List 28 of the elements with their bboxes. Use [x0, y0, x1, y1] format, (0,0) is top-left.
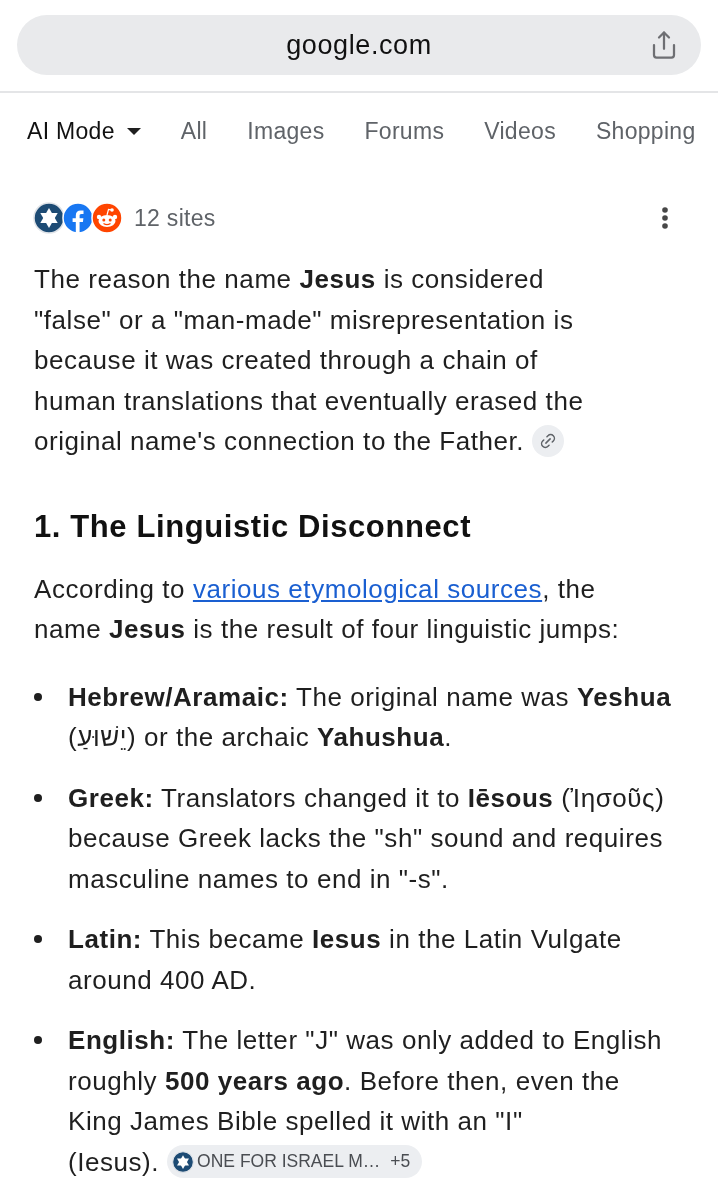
link-chip[interactable]: [532, 425, 565, 458]
answer-paragraph: According to various etymological sources, the name Jesus is the result of four linguistic jumps:: [34, 572, 621, 646]
search-tab[interactable]: Shopping: [595, 111, 696, 151]
search-tab[interactable]: All: [180, 111, 208, 151]
search-tab[interactable]: Forums: [364, 111, 445, 151]
bullet-icon: [34, 793, 42, 802]
bullet-icon: [34, 1036, 42, 1044]
more-options-button[interactable]: [662, 207, 668, 229]
search-tab[interactable]: Videos: [484, 111, 556, 151]
search-tab[interactable]: AI Mode: [27, 111, 141, 151]
citation-chip[interactable]: ONE FOR ISRAEL M… +5: [167, 1145, 423, 1179]
bullet-icon: [34, 692, 42, 701]
star-of-david-icon: [172, 1150, 195, 1173]
answer-paragraph: The reason the name Jesus is considered "false" or a "man-made" misrepresentation is because it was created through a chain of human translations that eventually erased the original name's connection to the Father.: [34, 263, 585, 460]
search-tab[interactable]: Images: [247, 111, 325, 151]
bullet-text: Latin: This became Iesus in the Latin Vulgate around 400 AD.: [68, 923, 623, 997]
star-of-david-icon: [33, 202, 65, 234]
bullet-icon: [34, 935, 42, 943]
bullet-text: Greek: Translators changed it to Iēsous (Ἰησοῦς) because Greek lacks the "sh" sound and requires masculine names to end in "-s".: [68, 781, 666, 896]
reddit-icon: [91, 202, 123, 234]
section-heading: 1. The Linguistic Disconnect: [34, 507, 473, 546]
source-link[interactable]: various etymological sources: [192, 573, 543, 604]
address-bar[interactable]: google.com: [17, 15, 701, 75]
facebook-icon: [62, 202, 94, 234]
sources-button[interactable]: 12 sites: [33, 202, 216, 234]
more-options-icon: [662, 207, 668, 229]
url-text: google.com: [286, 29, 432, 61]
bullet-text: English: The letter "J" was only added to English roughly 500 years ago. Before then, even the King James Bible spelled it with an "I" (Iesus). ONE FOR ISRAEL M… +5: [68, 1024, 664, 1181]
